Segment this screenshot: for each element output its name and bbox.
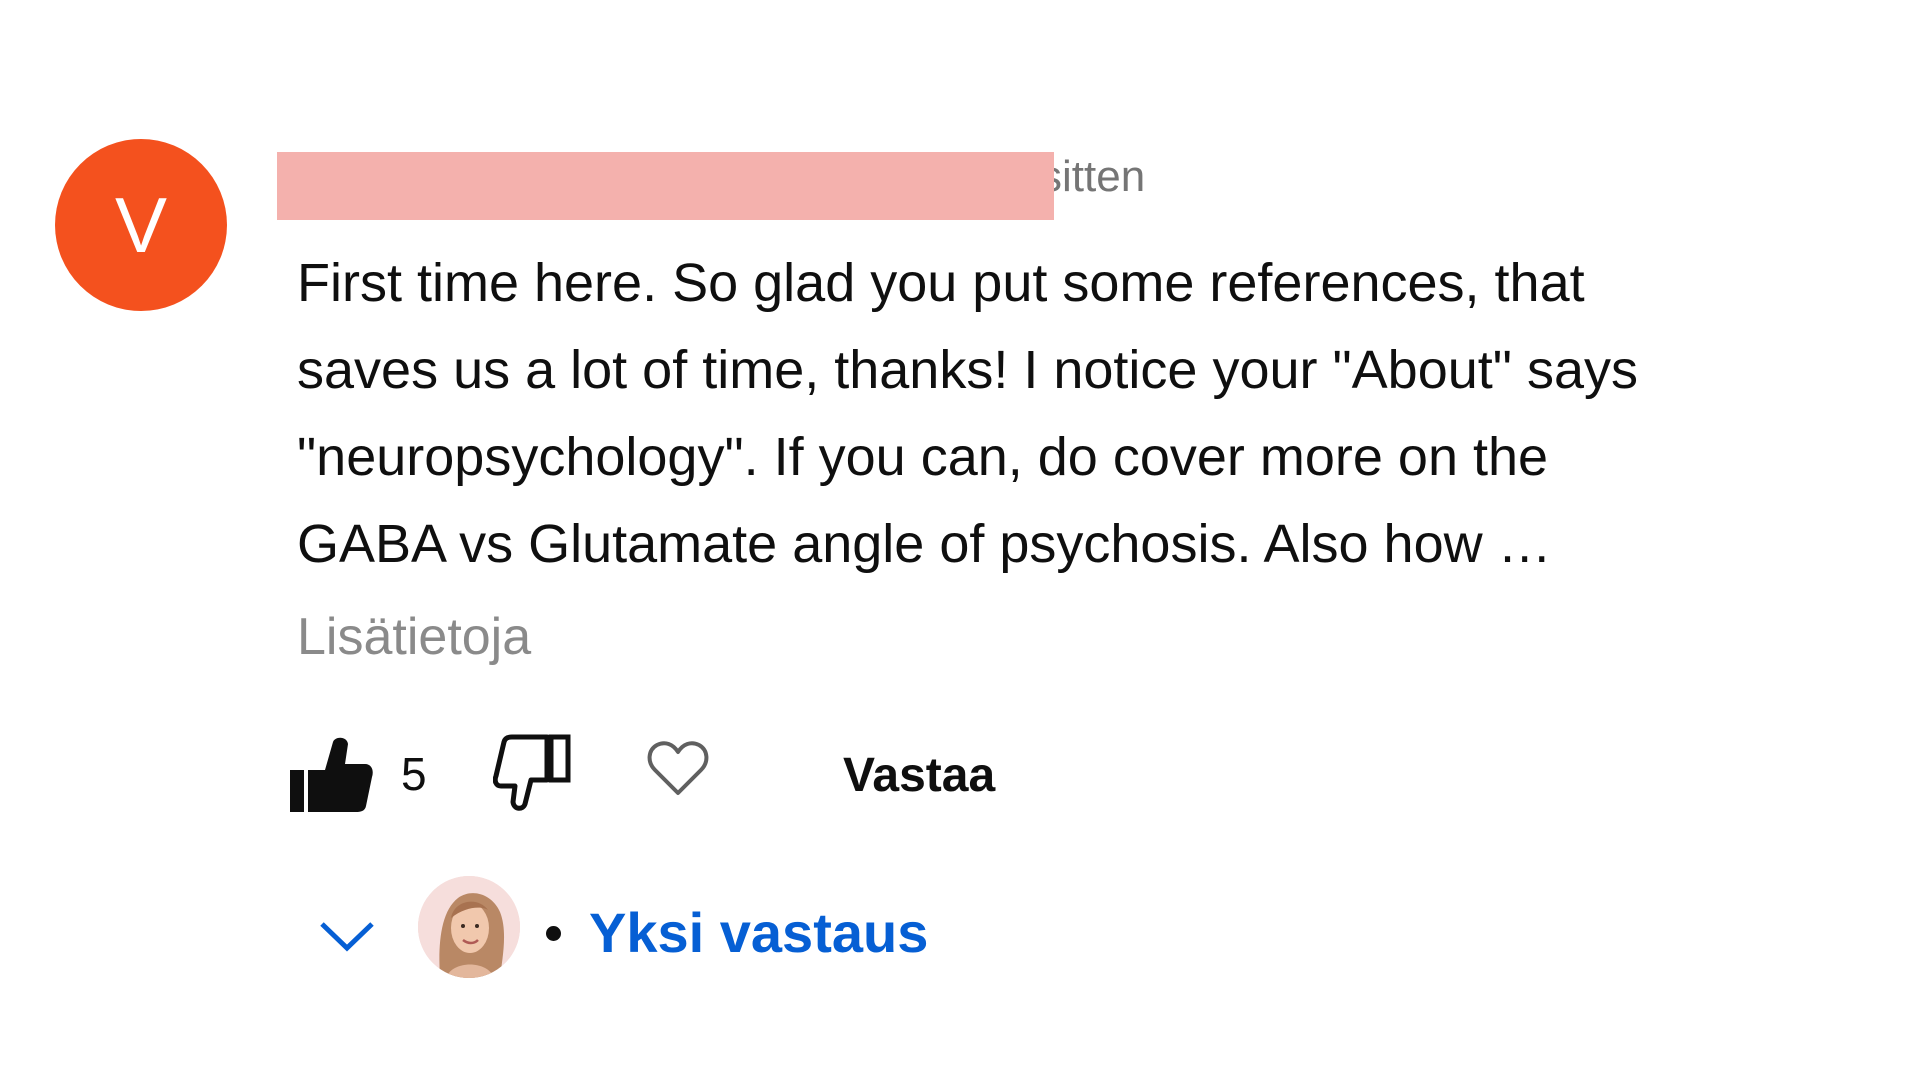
like-count: 5 <box>401 748 427 800</box>
creator-avatar[interactable] <box>418 876 520 978</box>
redacted-author-info <box>277 152 1054 220</box>
thumb-down-outline-icon[interactable] <box>493 734 573 812</box>
separator-dot <box>546 926 561 941</box>
reply-button[interactable]: Vastaa <box>843 746 995 806</box>
read-more-button[interactable]: Lisätietoja <box>297 602 531 672</box>
comment-timestamp[interactable]: sitten <box>1040 150 1145 204</box>
comment-thread: V sitten First time here. So glad you pu… <box>0 0 1920 1080</box>
author-avatar-letter: V <box>114 181 168 269</box>
chevron-down-icon[interactable] <box>318 918 376 954</box>
author-avatar[interactable]: V <box>55 139 227 311</box>
thumb-up-filled-icon[interactable] <box>287 734 373 814</box>
creator-face-icon <box>418 876 520 978</box>
comment-body: First time here. So glad you put some re… <box>297 253 1638 574</box>
heart-outline-icon[interactable] <box>647 738 709 798</box>
view-replies-button[interactable]: Yksi vastaus <box>589 899 928 967</box>
